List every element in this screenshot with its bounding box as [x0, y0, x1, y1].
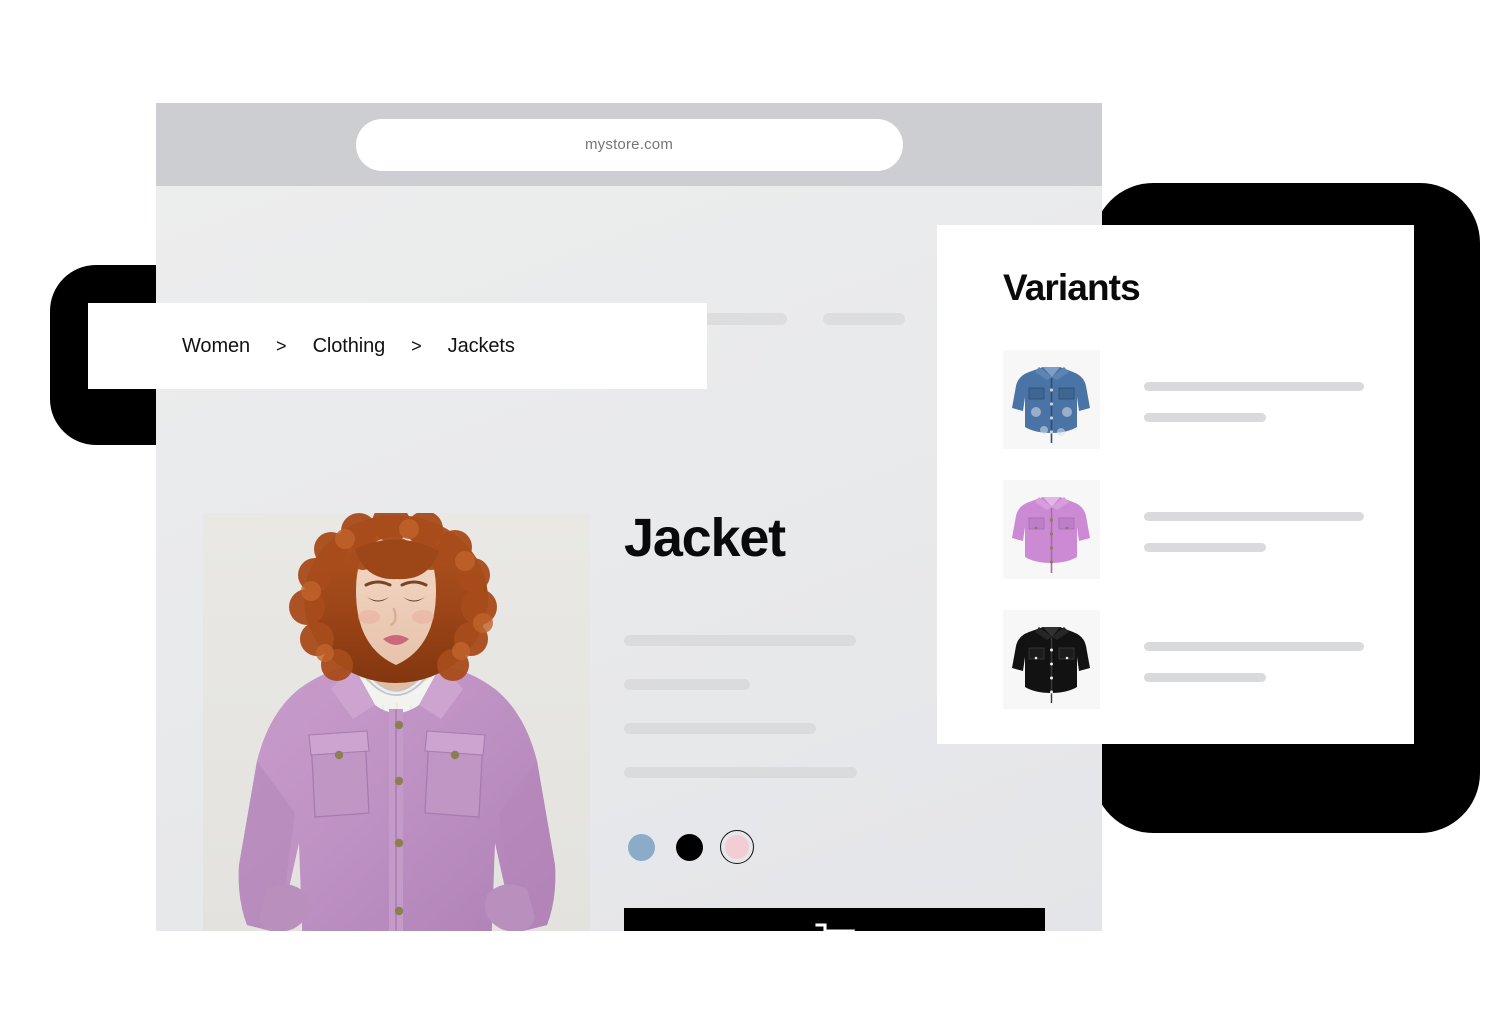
- shopping-cart-icon: [814, 922, 855, 931]
- add-to-cart-button[interactable]: [624, 908, 1045, 931]
- variants-title: Variants: [1003, 267, 1141, 308]
- description-placeholder-line: [624, 767, 857, 778]
- description-placeholder-line: [624, 679, 750, 690]
- variant-row-lilac[interactable]: [1003, 480, 1414, 579]
- url-bar[interactable]: mystore.com: [355, 118, 903, 171]
- variant-placeholder-line: [1144, 511, 1364, 521]
- variant-placeholder-group: [1144, 508, 1364, 552]
- color-swatch-black[interactable]: [672, 830, 706, 864]
- description-placeholder-line: [624, 723, 816, 734]
- breadcrumb-item-women[interactable]: Women: [182, 335, 250, 358]
- nav-placeholder-item: [701, 313, 787, 325]
- variant-placeholder-group: [1144, 638, 1364, 682]
- lilac-jacket-icon: [1003, 480, 1100, 579]
- color-swatch-blue[interactable]: [624, 830, 658, 864]
- variant-row-denim[interactable]: [1003, 350, 1414, 449]
- model-photo-illustration: [203, 513, 590, 931]
- nav-placeholder-group: [701, 313, 905, 325]
- description-placeholder-line: [624, 635, 856, 646]
- variants-list: [1003, 350, 1414, 709]
- breadcrumb-item-clothing[interactable]: Clothing: [313, 335, 386, 358]
- variants-panel: Variants: [937, 225, 1414, 744]
- url-text: mystore.com: [584, 136, 674, 153]
- variant-thumbnail-denim: [1003, 350, 1100, 449]
- variant-row-black[interactable]: [1003, 610, 1414, 709]
- color-swatch-group: [624, 830, 1054, 864]
- nav-placeholder-item: [823, 313, 905, 325]
- variant-thumbnail-black: [1003, 610, 1100, 709]
- product-image: [203, 513, 590, 931]
- variant-placeholder-line: [1144, 542, 1266, 552]
- variant-placeholder-line: [1144, 641, 1364, 651]
- color-swatch-pink[interactable]: [720, 830, 754, 864]
- breadcrumb-item-jackets[interactable]: Jackets: [448, 335, 515, 358]
- variant-placeholder-line: [1144, 381, 1364, 391]
- variant-thumbnail-lilac: [1003, 480, 1100, 579]
- variant-placeholder-line: [1144, 412, 1266, 422]
- swatch-dot: [627, 833, 655, 861]
- variant-placeholder-line: [1144, 672, 1266, 682]
- denim-jacket-icon: [1003, 350, 1100, 449]
- black-jacket-icon: [1003, 610, 1100, 709]
- browser-chrome: mystore.com: [156, 103, 1102, 186]
- variant-placeholder-group: [1144, 378, 1364, 422]
- swatch-dot: [725, 835, 749, 859]
- breadcrumb: Women > Clothing > Jackets: [88, 303, 707, 389]
- breadcrumb-separator: >: [411, 335, 422, 356]
- swatch-dot: [675, 833, 703, 861]
- breadcrumb-separator: >: [276, 335, 287, 356]
